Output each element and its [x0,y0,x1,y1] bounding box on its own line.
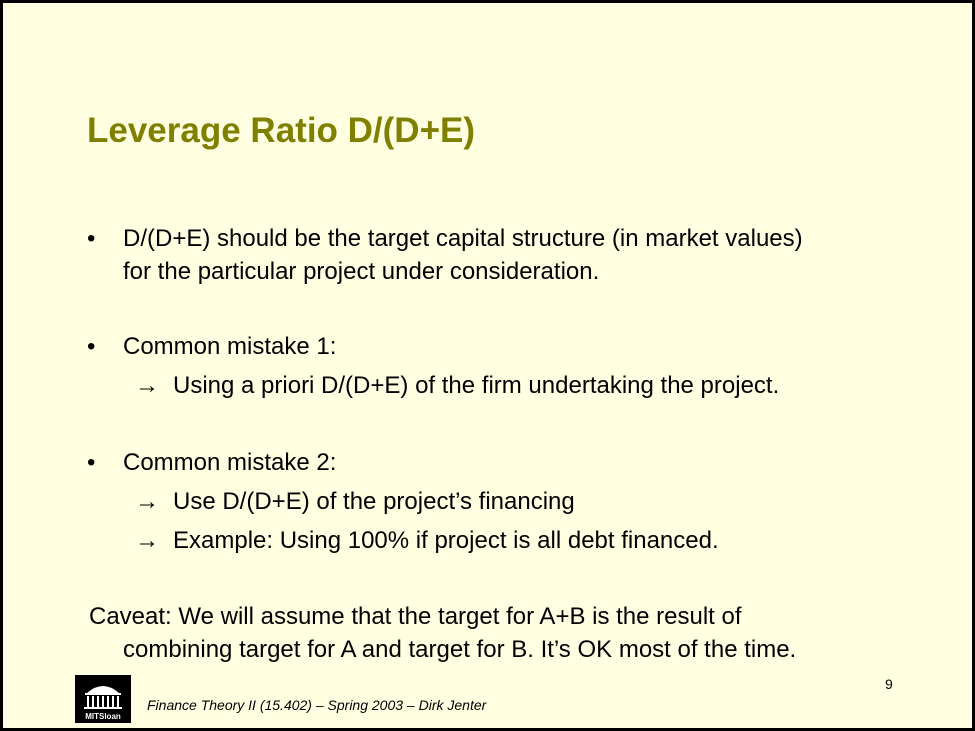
bullet-text-line: for the particular project under conside… [123,258,600,285]
logo-text: MITSloan [85,712,121,721]
bullet-item: • D/(D+E) should be the target capital s… [87,222,907,288]
sub-bullet-item: → Using a priori D/(D+E) of the firm unde… [135,369,779,402]
page-number: 9 [885,676,893,692]
slide: Leverage Ratio D/(D+E) • D/(D+E) should … [0,0,975,731]
bullet-dot: • [87,225,96,252]
mit-sloan-logo: MITSloan [75,675,131,723]
caveat-line: combining target for A and target for B.… [123,636,797,663]
footer-course-info: Finance Theory II (15.402) – Spring 2003… [147,697,487,713]
slide-title: Leverage Ratio D/(D+E) [87,111,476,150]
bullet-dot: • [87,333,96,360]
bullet-dot: • [87,449,96,476]
sub-bullet-item: → Example: Using 100% if project is all d… [135,524,719,557]
caveat-line: Caveat: We will assume that the target f… [89,603,742,630]
arrow-icon: → [135,488,159,515]
bullet-text-line: Common mistake 1: [123,333,337,360]
sub-bullet-text: Using a priori D/(D+E) of the firm under… [173,372,780,399]
sub-bullet-item: → Use D/(D+E) of the project’s financing [135,485,575,518]
sub-bullet-text: Example: Using 100% if project is all de… [173,527,719,554]
dome-icon: MITSloan [75,675,131,723]
sub-bullet-text: Use D/(D+E) of the project’s financing [173,488,575,515]
bullet-text-line: D/(D+E) should be the target capital str… [123,225,803,252]
arrow-icon: → [135,527,159,554]
arrow-icon: → [135,372,159,399]
caveat-paragraph: Caveat: We will assume that the target f… [89,600,909,666]
bullet-item: • Common mistake 1: [87,330,907,363]
bullet-text-line: Common mistake 2: [123,449,337,476]
bullet-item: • Common mistake 2: [87,446,907,479]
